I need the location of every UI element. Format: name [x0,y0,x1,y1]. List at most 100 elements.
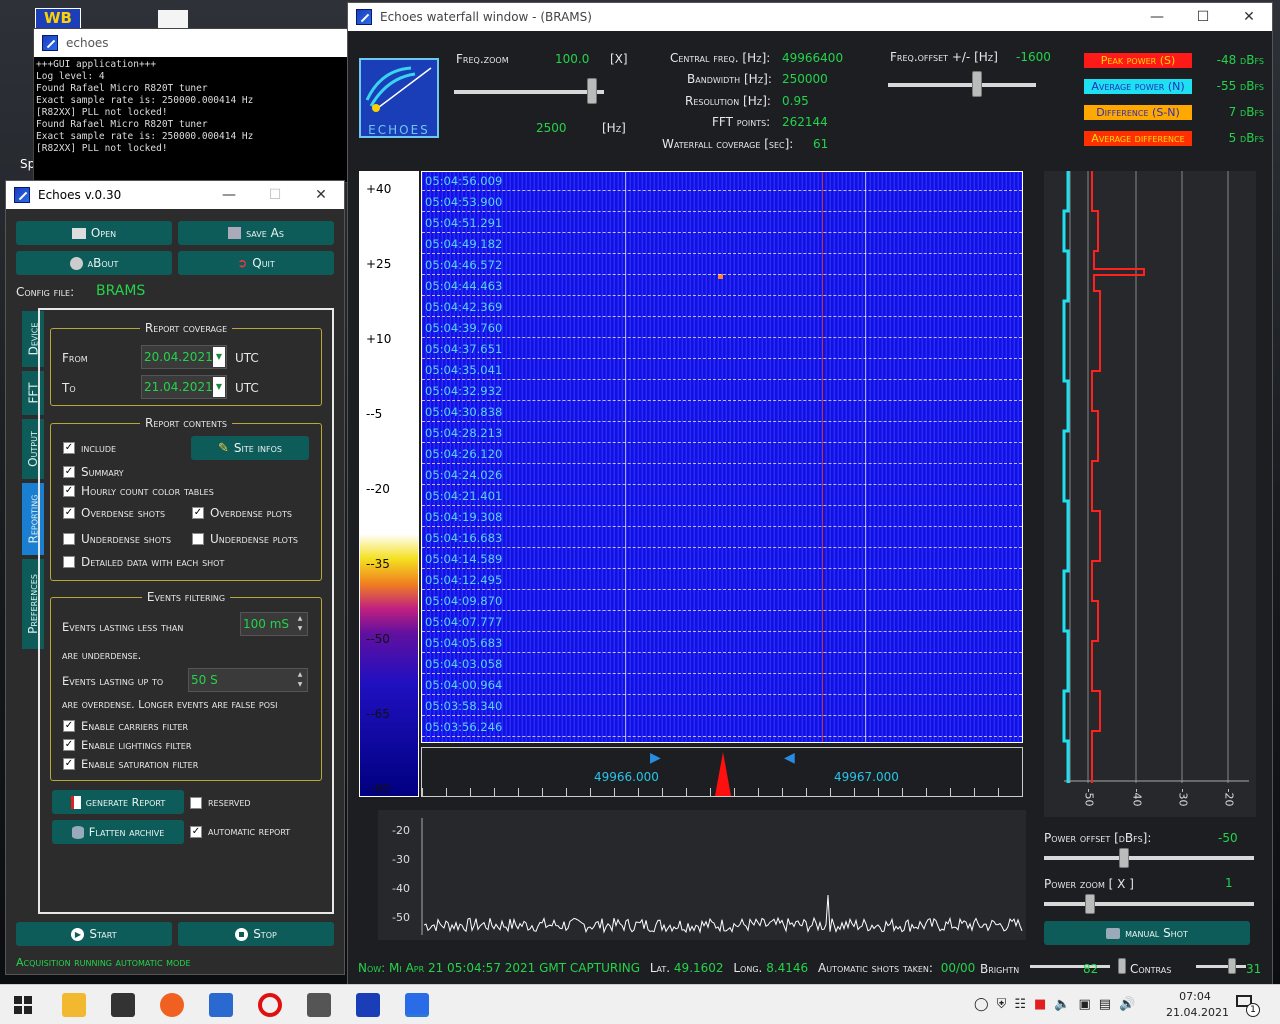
file-explorer-icon[interactable] [62,993,86,1017]
summary-checkbox[interactable]: ✓ Summary [63,465,124,479]
camera-app-icon[interactable] [307,993,331,1017]
about-icon [69,256,83,270]
carriers-filter-checkbox[interactable]: ✓ Enable carriers filter [63,719,188,733]
contrast-handle[interactable] [1228,958,1236,974]
freq-zoom-unit: [X] [610,52,628,66]
media-player-icon[interactable] [209,993,233,1017]
notification-icon[interactable]: 1 [1236,995,1260,1017]
brightness-handle[interactable] [1118,958,1126,974]
detailed-data-checkbox[interactable]: Detailed data with each shot [63,555,224,569]
power-zoom-slider[interactable] [1044,902,1254,906]
timestamp-label: 05:04:05.683 [425,636,503,650]
saturation-filter-checkbox[interactable]: ✓ Enable saturation filter [63,757,198,771]
scale-label: --50 [366,632,390,646]
console-titlebar[interactable]: echoes [34,29,347,57]
acrobat-icon[interactable]: ■ [1034,997,1046,1012]
close-button[interactable]: ✕ [298,181,344,209]
checkbox-box[interactable]: ✓ [63,739,75,751]
manual-shot-button[interactable]: manual Shot [1044,921,1250,945]
ethernet-icon[interactable]: ▤ [1099,997,1111,1012]
firefox-icon[interactable] [160,993,184,1017]
right-marker-icon[interactable]: ◀ [784,750,795,766]
freq-offset-slider[interactable] [888,83,1036,87]
left-marker-icon[interactable]: ▶ [650,750,661,766]
to-date-input[interactable]: 21.04.2021 ▼ [141,375,227,399]
maximize-button[interactable]: ☐ [252,181,298,209]
play-icon: ▶ [71,927,85,941]
checkbox-box[interactable] [192,533,204,545]
tray-icon[interactable]: ◯ [974,997,989,1012]
timestamp-label: 05:04:35.041 [425,363,503,377]
shield-icon[interactable]: ⛨ [997,997,1007,1012]
desktop-app-icon[interactable]: WB [35,8,81,30]
checkbox-box[interactable]: ✓ [63,720,75,732]
about-button[interactable]: aBout [16,251,172,275]
spin-arrows-icon[interactable]: ▲ ▼ [294,614,306,634]
minimize-button[interactable]: — [1134,3,1180,31]
checkbox-box[interactable]: ✓ [63,442,75,454]
checkbox-box[interactable]: ✓ [63,485,75,497]
from-date-input[interactable]: 20.04.2021 ▼ [141,345,227,369]
flatten-archive-button[interactable]: Flatten archive [52,820,184,844]
power-zoom-handle[interactable] [1085,894,1096,914]
maximize-button[interactable]: ☐ [1180,3,1226,31]
windows-start-icon[interactable] [14,996,32,1014]
site-infos-button[interactable]: ✎ Site infos [191,436,309,460]
waterfall-titlebar[interactable]: Echoes waterfall window - (BRAMS) — ☐ ✕ [348,3,1272,31]
network-icon[interactable]: ☷ [1014,997,1026,1012]
open-button[interactable]: Open [16,221,172,245]
power-offset-handle[interactable] [1118,848,1129,868]
checkbox-box[interactable]: ✓ [63,507,75,519]
waterfall-window[interactable]: Echoes waterfall window - (BRAMS) — ☐ ✕ … [347,2,1273,987]
freq-zoom-slider[interactable] [454,90,604,94]
speaker-icon[interactable]: 🔊 [1119,997,1135,1012]
underdense-shots-checkbox[interactable]: Underdense shots [63,532,171,546]
up-to-spinbox[interactable]: 50 S ▲ ▼ [188,668,308,692]
contrast-slider[interactable] [1196,965,1246,968]
freq-offset-handle[interactable] [971,71,982,97]
spin-arrows-icon[interactable]: ▲ ▼ [294,670,306,690]
checkbox-box[interactable]: ✓ [190,825,202,838]
checkbox-box[interactable]: ✓ [63,466,75,478]
lightings-filter-checkbox[interactable]: ✓ Enable lightings filter [63,738,191,752]
minimize-button[interactable]: — [206,181,252,209]
dropdown-arrow-icon[interactable]: ▼ [213,377,225,397]
frequency-ruler[interactable]: ▶ ◀ 49966.000 49967.000 [421,747,1023,797]
echoes-active-taskbar-icon[interactable] [405,993,429,1017]
console-window[interactable]: echoes +++GUI application+++ Log level: … [33,28,348,183]
checkbox-box[interactable]: ✓ [63,758,75,770]
quit-button[interactable]: ➲ Quit [178,251,334,275]
volume-mute-icon[interactable]: 🔈 [1054,997,1070,1012]
spectrum-plot [421,818,1023,935]
power-offset-value: -50 [1218,831,1238,845]
start-button[interactable]: ▶ Start [16,922,172,946]
waterfall-display[interactable]: 05:04:56.009 05:04:53.900 05:04:51.291 05:0… [421,171,1023,743]
checkbox-box[interactable] [63,556,75,568]
reserved-checkbox[interactable]: reserved [190,796,251,809]
echoes-taskbar-icon[interactable] [356,993,380,1017]
monitor-icon[interactable]: ▣ [1078,997,1090,1012]
stop-button[interactable]: Stop [178,922,334,946]
save-as-button[interactable]: save As [178,221,334,245]
settings-titlebar[interactable]: Echoes v.0.30 — ☐ ✕ [6,181,344,209]
store-icon[interactable] [111,993,135,1017]
less-than-spinbox[interactable]: 100 mS ▲ ▼ [240,612,308,636]
automatic-report-checkbox[interactable]: ✓ automatic report [190,825,290,838]
underdense-plots-checkbox[interactable]: Underdense plots [192,532,298,546]
checkbox-box[interactable]: ✓ [192,507,204,519]
freq-zoom-handle[interactable] [587,78,597,104]
clock[interactable]: 07:04 21.04.2021 [1166,989,1229,1021]
generate-report-button[interactable]: generate Report [52,790,184,814]
close-button[interactable]: ✕ [1226,3,1272,31]
power-offset-slider[interactable] [1044,856,1254,860]
dropdown-arrow-icon[interactable]: ▼ [213,347,225,367]
checkbox-box[interactable] [190,796,202,809]
checkbox-box[interactable] [63,533,75,545]
save-icon [228,227,242,239]
overdense-plots-checkbox[interactable]: ✓ Overdense plots [192,506,292,520]
settings-window[interactable]: Echoes v.0.30 — ☐ ✕ Open save As aBout ➲… [5,180,345,975]
include-checkbox[interactable]: ✓ include [63,441,116,455]
overdense-shots-checkbox[interactable]: ✓ Overdense shots [63,506,165,520]
hourly-tables-checkbox[interactable]: ✓ Hourly count color tables [63,484,214,498]
opera-icon[interactable] [258,993,282,1017]
